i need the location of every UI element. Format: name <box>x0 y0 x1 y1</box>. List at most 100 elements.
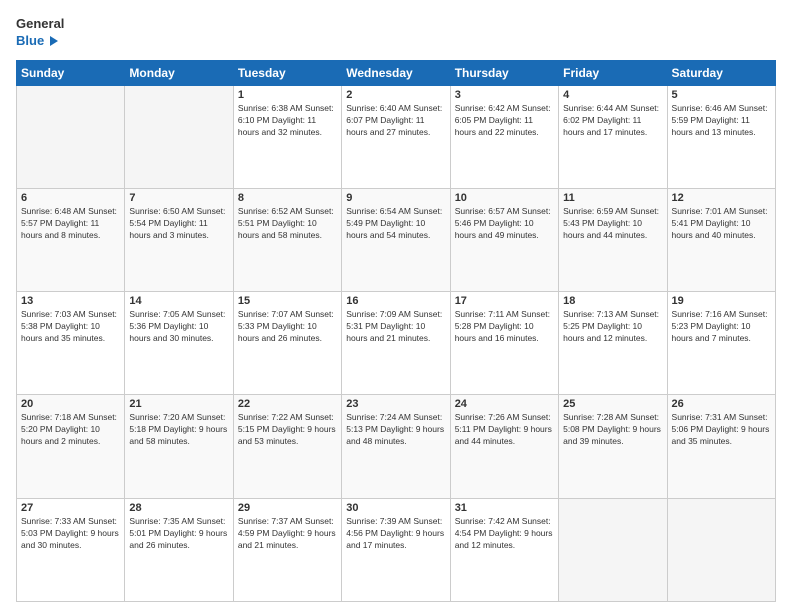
day-number: 18 <box>563 295 662 307</box>
day-number: 5 <box>672 89 771 101</box>
day-info: Sunrise: 7:35 AM Sunset: 5:01 PM Dayligh… <box>129 516 228 552</box>
calendar-cell: 12 Sunrise: 7:01 AM Sunset: 5:41 PM Dayli… <box>667 189 775 292</box>
day-info: Sunrise: 7:16 AM Sunset: 5:23 PM Dayligh… <box>672 309 771 345</box>
calendar-cell: 22 Sunrise: 7:22 AM Sunset: 5:15 PM Dayli… <box>233 395 341 498</box>
weekday-header-thursday: Thursday <box>450 60 558 85</box>
day-number: 17 <box>455 295 554 307</box>
day-number: 14 <box>129 295 228 307</box>
day-number: 29 <box>238 502 337 514</box>
weekday-header-friday: Friday <box>559 60 667 85</box>
calendar-cell: 2 Sunrise: 6:40 AM Sunset: 6:07 PM Daylig… <box>342 85 450 188</box>
day-number: 8 <box>238 192 337 204</box>
page: GeneralBlue SundayMondayTuesdayWednesday… <box>0 0 792 612</box>
calendar-table: SundayMondayTuesdayWednesdayThursdayFrid… <box>16 60 776 602</box>
day-info: Sunrise: 7:28 AM Sunset: 5:08 PM Dayligh… <box>563 412 662 448</box>
calendar-cell: 30Sunrise: 7:39 AM Sunset: 4:56 PM Dayli… <box>342 498 450 601</box>
day-info: Sunrise: 6:50 AM Sunset: 5:54 PM Dayligh… <box>129 206 228 242</box>
day-info: Sunrise: 7:26 AM Sunset: 5:11 PM Dayligh… <box>455 412 554 448</box>
day-info: Sunrise: 7:24 AM Sunset: 5:13 PM Dayligh… <box>346 412 445 448</box>
day-info: Sunrise: 6:40 AM Sunset: 6:07 PM Dayligh… <box>346 103 445 139</box>
calendar-cell: 3 Sunrise: 6:42 AM Sunset: 6:05 PM Daylig… <box>450 85 558 188</box>
weekday-header-sunday: Sunday <box>17 60 125 85</box>
calendar-cell: 20Sunrise: 7:18 AM Sunset: 5:20 PM Dayli… <box>17 395 125 498</box>
day-number: 6 <box>21 192 120 204</box>
day-number: 7 <box>129 192 228 204</box>
calendar-cell: 31 Sunrise: 7:42 AM Sunset: 4:54 PM Dayli… <box>450 498 558 601</box>
calendar-cell: 13 Sunrise: 7:03 AM Sunset: 5:38 PM Dayli… <box>17 292 125 395</box>
day-number: 24 <box>455 398 554 410</box>
header: GeneralBlue <box>16 16 776 50</box>
day-number: 10 <box>455 192 554 204</box>
calendar-cell: 28 Sunrise: 7:35 AM Sunset: 5:01 PM Dayli… <box>125 498 233 601</box>
day-info: Sunrise: 7:31 AM Sunset: 5:06 PM Dayligh… <box>672 412 771 448</box>
day-info: Sunrise: 6:38 AM Sunset: 6:10 PM Dayligh… <box>238 103 337 139</box>
day-info: Sunrise: 7:03 AM Sunset: 5:38 PM Dayligh… <box>21 309 120 345</box>
day-number: 23 <box>346 398 445 410</box>
calendar-cell: 6 Sunrise: 6:48 AM Sunset: 5:57 PM Daylig… <box>17 189 125 292</box>
calendar-cell: 29 Sunrise: 7:37 AM Sunset: 4:59 PM Dayli… <box>233 498 341 601</box>
day-info: Sunrise: 7:37 AM Sunset: 4:59 PM Dayligh… <box>238 516 337 552</box>
day-info: Sunrise: 6:54 AM Sunset: 5:49 PM Dayligh… <box>346 206 445 242</box>
day-number: 28 <box>129 502 228 514</box>
logo: GeneralBlue <box>16 16 64 50</box>
day-info: Sunrise: 6:59 AM Sunset: 5:43 PM Dayligh… <box>563 206 662 242</box>
calendar-cell: 26 Sunrise: 7:31 AM Sunset: 5:06 PM Dayli… <box>667 395 775 498</box>
day-info: Sunrise: 7:01 AM Sunset: 5:41 PM Dayligh… <box>672 206 771 242</box>
day-number: 2 <box>346 89 445 101</box>
day-number: 31 <box>455 502 554 514</box>
day-info: Sunrise: 7:39 AM Sunset: 4:56 PM Dayligh… <box>346 516 445 552</box>
weekday-header-wednesday: Wednesday <box>342 60 450 85</box>
day-info: Sunrise: 7:22 AM Sunset: 5:15 PM Dayligh… <box>238 412 337 448</box>
calendar-cell: 23 Sunrise: 7:24 AM Sunset: 5:13 PM Dayli… <box>342 395 450 498</box>
calendar-cell: 17 Sunrise: 7:11 AM Sunset: 5:28 PM Dayli… <box>450 292 558 395</box>
day-number: 16 <box>346 295 445 307</box>
day-number: 4 <box>563 89 662 101</box>
calendar-cell: 27 Sunrise: 7:33 AM Sunset: 5:03 PM Dayli… <box>17 498 125 601</box>
day-number: 3 <box>455 89 554 101</box>
day-number: 9 <box>346 192 445 204</box>
calendar-cell: 15 Sunrise: 7:07 AM Sunset: 5:33 PM Dayli… <box>233 292 341 395</box>
day-info: Sunrise: 7:42 AM Sunset: 4:54 PM Dayligh… <box>455 516 554 552</box>
day-info: Sunrise: 7:09 AM Sunset: 5:31 PM Dayligh… <box>346 309 445 345</box>
calendar-cell <box>667 498 775 601</box>
calendar-cell: 10Sunrise: 6:57 AM Sunset: 5:46 PM Dayli… <box>450 189 558 292</box>
weekday-header-tuesday: Tuesday <box>233 60 341 85</box>
calendar-cell: 11 Sunrise: 6:59 AM Sunset: 5:43 PM Dayli… <box>559 189 667 292</box>
week-row-4: 20Sunrise: 7:18 AM Sunset: 5:20 PM Dayli… <box>17 395 776 498</box>
weekday-header-row: SundayMondayTuesdayWednesdayThursdayFrid… <box>17 60 776 85</box>
day-info: Sunrise: 6:42 AM Sunset: 6:05 PM Dayligh… <box>455 103 554 139</box>
day-info: Sunrise: 7:20 AM Sunset: 5:18 PM Dayligh… <box>129 412 228 448</box>
calendar-cell: 7 Sunrise: 6:50 AM Sunset: 5:54 PM Daylig… <box>125 189 233 292</box>
week-row-1: 1Sunrise: 6:38 AM Sunset: 6:10 PM Daylig… <box>17 85 776 188</box>
calendar-cell: 1Sunrise: 6:38 AM Sunset: 6:10 PM Daylig… <box>233 85 341 188</box>
day-number: 12 <box>672 192 771 204</box>
day-info: Sunrise: 7:13 AM Sunset: 5:25 PM Dayligh… <box>563 309 662 345</box>
day-number: 13 <box>21 295 120 307</box>
day-number: 19 <box>672 295 771 307</box>
calendar-cell: 25 Sunrise: 7:28 AM Sunset: 5:08 PM Dayli… <box>559 395 667 498</box>
calendar-cell: 4 Sunrise: 6:44 AM Sunset: 6:02 PM Daylig… <box>559 85 667 188</box>
day-number: 27 <box>21 502 120 514</box>
calendar-cell: 18 Sunrise: 7:13 AM Sunset: 5:25 PM Dayli… <box>559 292 667 395</box>
day-info: Sunrise: 6:44 AM Sunset: 6:02 PM Dayligh… <box>563 103 662 139</box>
day-info: Sunrise: 7:18 AM Sunset: 5:20 PM Dayligh… <box>21 412 120 448</box>
calendar-cell <box>125 85 233 188</box>
day-number: 15 <box>238 295 337 307</box>
week-row-3: 13 Sunrise: 7:03 AM Sunset: 5:38 PM Dayli… <box>17 292 776 395</box>
day-info: Sunrise: 7:11 AM Sunset: 5:28 PM Dayligh… <box>455 309 554 345</box>
day-info: Sunrise: 6:46 AM Sunset: 5:59 PM Dayligh… <box>672 103 771 139</box>
day-info: Sunrise: 6:48 AM Sunset: 5:57 PM Dayligh… <box>21 206 120 242</box>
day-info: Sunrise: 7:33 AM Sunset: 5:03 PM Dayligh… <box>21 516 120 552</box>
day-number: 22 <box>238 398 337 410</box>
calendar-cell <box>559 498 667 601</box>
weekday-header-monday: Monday <box>125 60 233 85</box>
calendar-cell: 9 Sunrise: 6:54 AM Sunset: 5:49 PM Daylig… <box>342 189 450 292</box>
day-info: Sunrise: 7:05 AM Sunset: 5:36 PM Dayligh… <box>129 309 228 345</box>
day-number: 25 <box>563 398 662 410</box>
day-number: 11 <box>563 192 662 204</box>
day-info: Sunrise: 7:07 AM Sunset: 5:33 PM Dayligh… <box>238 309 337 345</box>
calendar-cell: 14 Sunrise: 7:05 AM Sunset: 5:36 PM Dayli… <box>125 292 233 395</box>
day-number: 26 <box>672 398 771 410</box>
calendar-cell: 19 Sunrise: 7:16 AM Sunset: 5:23 PM Dayli… <box>667 292 775 395</box>
calendar-cell: 8Sunrise: 6:52 AM Sunset: 5:51 PM Daylig… <box>233 189 341 292</box>
